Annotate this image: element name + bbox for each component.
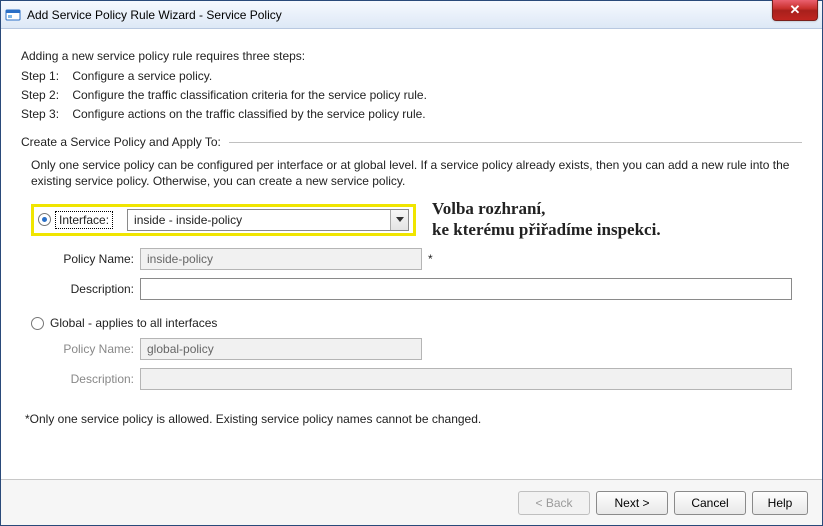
step-3-text: Configure actions on the traffic classif… [72, 107, 425, 121]
step-2-text: Configure the traffic classification cri… [72, 88, 427, 102]
annotation-line1: Volba rozhraní, [432, 199, 661, 219]
back-button: < Back [518, 491, 590, 515]
annotation-text: Volba rozhraní, ke kterému přiřadíme ins… [432, 199, 661, 240]
interface-combo[interactable]: inside - inside-policy [127, 209, 409, 231]
interface-description-label: Description: [51, 282, 134, 296]
annotation-line2: ke kterému přiřadíme inspekci. [432, 220, 661, 240]
global-description-input [140, 368, 792, 390]
app-icon [5, 7, 21, 23]
titlebar: Add Service Policy Rule Wizard - Service… [1, 1, 822, 29]
step-2-label: Step 2: [21, 88, 69, 102]
step-1-text: Configure a service policy. [72, 69, 212, 83]
group-label: Create a Service Policy and Apply To: [21, 135, 221, 149]
step-3-label: Step 3: [21, 107, 69, 121]
content-area: Adding a new service policy rule require… [1, 29, 822, 426]
interface-radio[interactable] [38, 213, 51, 226]
cancel-button[interactable]: Cancel [674, 491, 746, 515]
global-policy-name-label: Policy Name: [51, 342, 134, 356]
interface-description-input[interactable] [140, 278, 792, 300]
next-button[interactable]: Next > [596, 491, 668, 515]
intro-text: Adding a new service policy rule require… [21, 49, 802, 63]
help-button[interactable]: Help [752, 491, 808, 515]
footnote: *Only one service policy is allowed. Exi… [25, 412, 802, 426]
window-title: Add Service Policy Rule Wizard - Service… [27, 8, 282, 22]
interface-highlight: Interface: inside - inside-policy [31, 204, 416, 236]
global-description-label: Description: [51, 372, 134, 386]
wizard-window: Add Service Policy Rule Wizard - Service… [0, 0, 823, 526]
interface-description-row: Description: [51, 278, 792, 300]
required-asterisk: * [428, 252, 433, 266]
group-hint: Only one service policy can be configure… [31, 157, 802, 189]
group-divider [229, 142, 802, 143]
step-1-label: Step 1: [21, 69, 69, 83]
interface-radio-label[interactable]: Interface: [57, 213, 111, 227]
step-2: Step 2: Configure the traffic classifica… [21, 88, 802, 102]
interface-option-row: Interface: inside - inside-policy Volba … [31, 199, 802, 240]
interface-combo-value: inside - inside-policy [128, 213, 390, 227]
global-option-row: Global - applies to all interfaces [31, 316, 802, 330]
interface-policy-name-label: Policy Name: [51, 252, 134, 266]
global-description-row: Description: [51, 368, 792, 390]
step-1: Step 1: Configure a service policy. [21, 69, 802, 83]
global-radio-label[interactable]: Global - applies to all interfaces [50, 316, 217, 330]
chevron-down-icon[interactable] [390, 210, 408, 230]
global-policy-name-input [140, 338, 422, 360]
interface-policy-name-input [140, 248, 422, 270]
group-header: Create a Service Policy and Apply To: [21, 135, 802, 149]
footer: < Back Next > Cancel Help [1, 479, 822, 525]
global-policy-name-row: Policy Name: [51, 338, 802, 360]
close-button[interactable]: ✕ [772, 0, 818, 21]
step-3: Step 3: Configure actions on the traffic… [21, 107, 802, 121]
global-radio[interactable] [31, 317, 44, 330]
interface-policy-name-row: Policy Name: * [51, 248, 802, 270]
